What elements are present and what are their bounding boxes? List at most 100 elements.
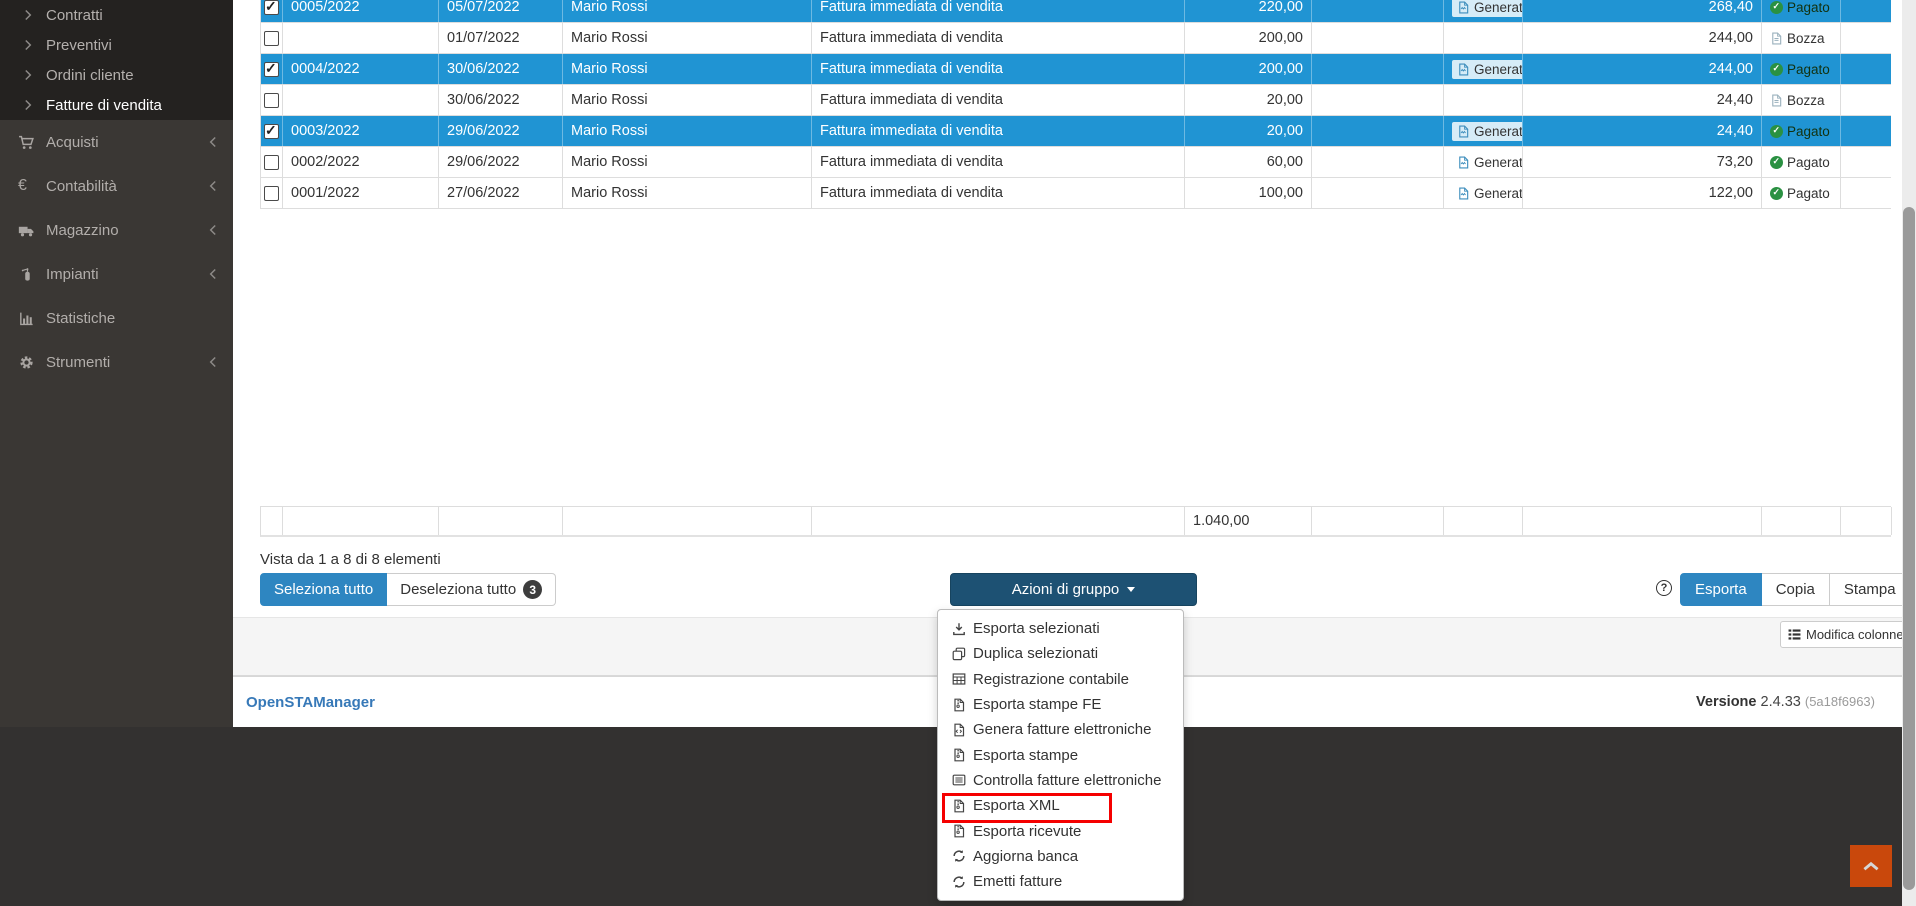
sidebar-item-ordini-cliente[interactable]: Ordini cliente (0, 60, 233, 90)
customer-cell: Mario Rossi (563, 116, 812, 146)
invoice-row[interactable]: 01/07/2022Mario RossiFattura immediata d… (261, 23, 1891, 54)
fe-status-cell: Generata (1444, 116, 1523, 146)
total-amount-cell: 24,40 (1523, 116, 1762, 146)
angle-right-icon (24, 69, 32, 81)
esporta-button[interactable]: Esporta (1680, 573, 1762, 606)
row-checkbox[interactable] (264, 0, 279, 15)
cart-icon (18, 135, 35, 150)
payment-status-cell: Pagato (1762, 54, 1841, 84)
payment-status-label: Pagato (1787, 155, 1830, 170)
customer-cell: Mario Rossi (563, 0, 812, 22)
deselect-all-label: Deseleziona tutto (400, 581, 516, 598)
sidebar-item-strumenti[interactable]: Strumenti (0, 340, 233, 384)
sidebar-item-contratti[interactable]: Contratti (0, 0, 233, 30)
row-checkbox[interactable] (264, 155, 279, 170)
row-checkbox[interactable] (264, 186, 279, 201)
invoice-type-cell: Fattura immediata di vendita (812, 147, 1185, 177)
row-checkbox[interactable] (264, 124, 279, 139)
selection-button-group: Seleziona tutto Deseleziona tutto 3 (260, 573, 556, 606)
menu-item-esporta-xml[interactable]: Esporta XML (938, 793, 1183, 818)
payment-status-badge: Pagato (1770, 124, 1830, 139)
modify-columns-button[interactable]: Modifica colonne (1780, 621, 1912, 648)
table-icon (952, 672, 966, 686)
payment-status-badge: Pagato (1770, 186, 1830, 201)
invoice-row[interactable]: 0004/202230/06/2022Mario RossiFattura im… (261, 54, 1891, 85)
select-all-button[interactable]: Seleziona tutto (260, 573, 387, 606)
sidebar-item-label: Fatture di vendita (46, 97, 162, 114)
menu-item-aggiorna-banca[interactable]: Aggiorna banca (938, 844, 1183, 869)
row-checkbox-cell (261, 54, 283, 84)
payment-status-cell: Bozza (1762, 23, 1841, 53)
file-archive-icon (952, 824, 966, 838)
payment-status-cell: Pagato (1762, 116, 1841, 146)
taxable-amount-cell: 100,00 (1185, 178, 1312, 208)
sidebar-item-statistiche[interactable]: Statistiche (0, 296, 233, 340)
payment-status-badge: Pagato (1770, 155, 1830, 170)
payment-status-label: Bozza (1787, 31, 1825, 46)
invoice-number-cell: 0001/2022 (283, 178, 439, 208)
brand-link[interactable]: OpenSTAManager (246, 694, 375, 711)
angle-right-icon (24, 99, 32, 111)
sidebar-item-magazzino[interactable]: Magazzino (0, 208, 233, 252)
invoice-row[interactable]: 0002/202229/06/2022Mario RossiFattura im… (261, 147, 1891, 178)
check-circle-icon (1770, 187, 1783, 200)
group-actions-button[interactable]: Azioni di gruppo (950, 573, 1197, 606)
menu-item-esporta-stampe-fe[interactable]: Esporta stampe FE (938, 692, 1183, 717)
invoice-number-cell (283, 23, 439, 53)
scroll-to-top-button[interactable] (1850, 845, 1892, 887)
menu-item-esporta-ricevute[interactable]: Esporta ricevute (938, 818, 1183, 843)
customer-cell: Mario Rossi (563, 147, 812, 177)
invoice-date-cell: 29/06/2022 (439, 147, 563, 177)
menu-item-registrazione-contabile[interactable]: Registrazione contabile (938, 667, 1183, 692)
menu-item-label: Esporta ricevute (973, 823, 1081, 840)
invoice-date-cell: 01/07/2022 (439, 23, 563, 53)
taxable-amount-cell: 60,00 (1185, 147, 1312, 177)
scrollbar-thumb[interactable] (1903, 207, 1915, 890)
fe-status-label: Generata (1474, 62, 1523, 77)
sidebar-item-fatture-di-vendita[interactable]: Fatture di vendita (0, 90, 233, 120)
select-all-label: Seleziona tutto (274, 581, 373, 598)
menu-item-duplica-selezionati[interactable]: Duplica selezionati (938, 641, 1183, 666)
taxable-amount-cell: 200,00 (1185, 54, 1312, 84)
file-archive-icon (952, 698, 966, 712)
sidebar-item-acquisti[interactable]: Acquisti (0, 120, 233, 164)
row-checkbox[interactable] (264, 62, 279, 77)
sidebar-item-contabilita[interactable]: €Contabilità (0, 164, 233, 208)
empty-cell (1841, 178, 1891, 208)
row-checkbox[interactable] (264, 31, 279, 46)
fe-status-badge: Generata (1452, 184, 1523, 203)
empty-cell (1312, 85, 1444, 115)
menu-item-label: Esporta stampe FE (973, 696, 1101, 713)
empty-cell (1841, 23, 1891, 53)
sidebar-item-preventivi[interactable]: Preventivi (0, 30, 233, 60)
menu-item-emetti-fatture[interactable]: Emetti fatture (938, 869, 1183, 894)
total-amount-cell: 73,20 (1523, 147, 1762, 177)
payment-status-badge: Bozza (1770, 31, 1825, 46)
stampa-button[interactable]: Stampa (1830, 573, 1911, 606)
row-checkbox[interactable] (264, 93, 279, 108)
fe-status-cell: Generata (1444, 147, 1523, 177)
file-wave-icon (1457, 156, 1470, 169)
copia-button[interactable]: Copia (1762, 573, 1830, 606)
help-icon[interactable]: ? (1656, 580, 1672, 596)
customer-cell: Mario Rossi (563, 23, 812, 53)
invoice-row[interactable]: 0001/202227/06/2022Mario RossiFattura im… (261, 178, 1891, 209)
invoice-row[interactable]: 0005/202205/07/2022Mario RossiFattura im… (261, 0, 1891, 23)
menu-item-label: Controlla fatture elettroniche (973, 772, 1161, 789)
sidebar-item-label: Contabilità (46, 178, 198, 195)
menu-item-esporta-selezionati[interactable]: Esporta selezionati (938, 616, 1183, 641)
invoice-date-cell: 29/06/2022 (439, 116, 563, 146)
menu-item-genera-fatture-elettroniche[interactable]: Genera fatture elettroniche (938, 717, 1183, 742)
menu-item-esporta-stampe[interactable]: Esporta stampe (938, 742, 1183, 767)
total-imponibile-cell: 1.040,00 (1185, 507, 1312, 535)
empty-cell (1312, 147, 1444, 177)
menu-item-label: Genera fatture elettroniche (973, 721, 1151, 738)
sidebar-item-impianti[interactable]: Impianti (0, 252, 233, 296)
menu-item-controlla-fatture-elettroniche[interactable]: Controlla fatture elettroniche (938, 768, 1183, 793)
taxable-amount-cell: 220,00 (1185, 0, 1312, 22)
empty-cell (1841, 85, 1891, 115)
invoice-row[interactable]: 30/06/2022Mario RossiFattura immediata d… (261, 85, 1891, 116)
invoice-row[interactable]: 0003/202229/06/2022Mario RossiFattura im… (261, 116, 1891, 147)
deselect-all-button[interactable]: Deseleziona tutto 3 (387, 573, 556, 606)
sidebar-item-label: Magazzino (46, 222, 198, 239)
